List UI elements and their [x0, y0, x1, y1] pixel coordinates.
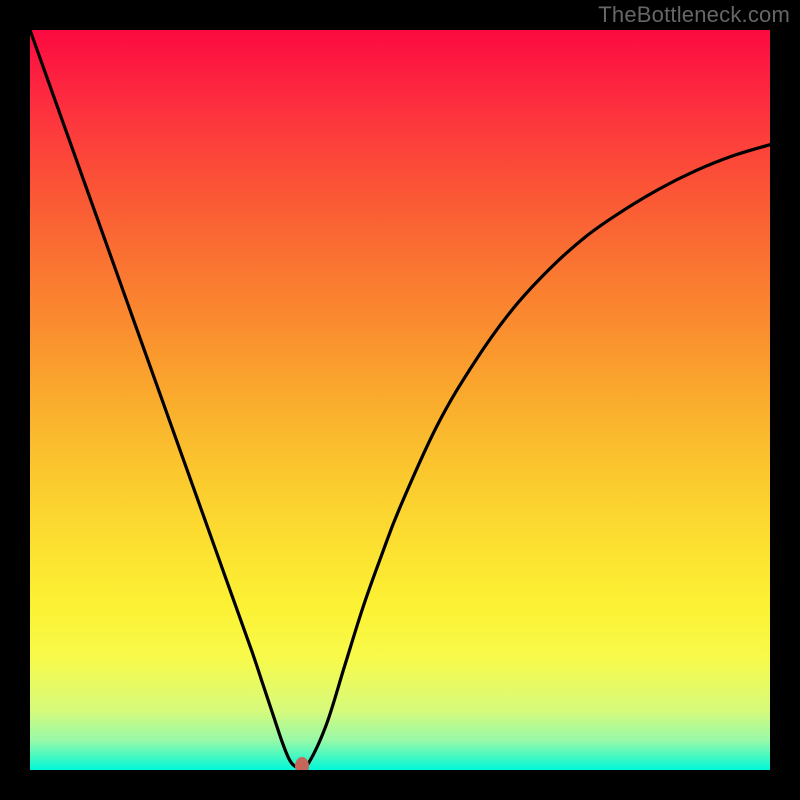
- optimal-point-marker: [295, 757, 309, 770]
- chart-plot-area: [30, 30, 770, 770]
- watermark-text: TheBottleneck.com: [598, 2, 790, 28]
- bottleneck-curve: [30, 30, 770, 770]
